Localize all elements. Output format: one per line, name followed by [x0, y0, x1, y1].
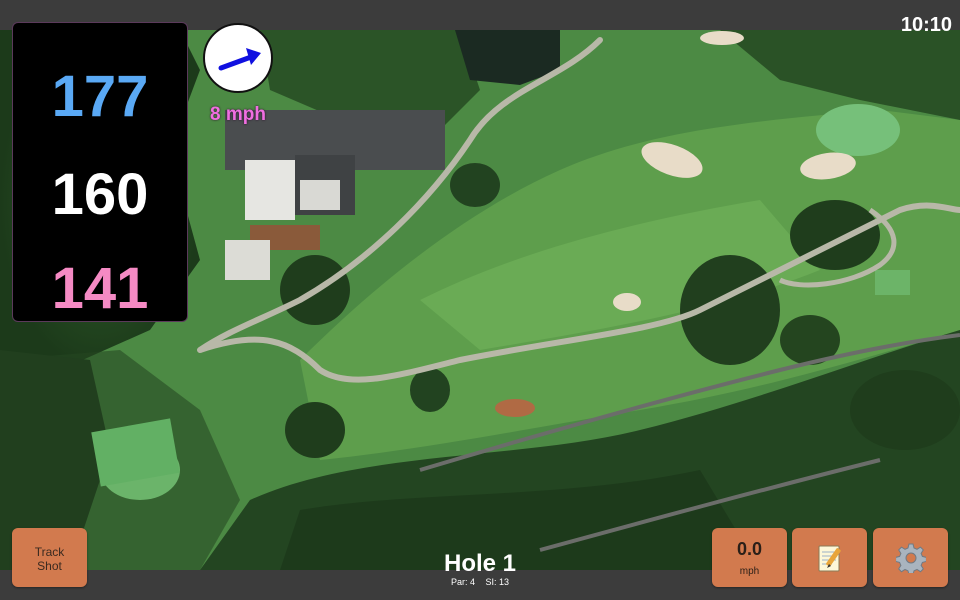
- distance-panel: 177 160 141: [12, 22, 188, 322]
- back-distance: 177: [51, 64, 149, 129]
- track-shot-button[interactable]: Track Shot: [12, 528, 87, 587]
- speed-button[interactable]: 0.0 mph: [712, 528, 787, 587]
- gear-icon: [896, 543, 926, 573]
- speed-value: 0.0: [736, 539, 763, 559]
- status-time: 10:10: [900, 14, 952, 36]
- middle-distance: 160: [51, 162, 149, 227]
- arrow-right-icon: [218, 48, 261, 71]
- track-shot-label-line2: Shot: [37, 559, 62, 573]
- stroke-index-label: SI: 13: [485, 577, 510, 587]
- hole-details: Par: 4 SI: 13: [380, 577, 580, 587]
- front-distance: 141: [51, 256, 149, 321]
- wind-speed: 8 mph: [210, 104, 266, 125]
- speed-unit: mph: [739, 566, 760, 577]
- settings-button[interactable]: [873, 528, 948, 587]
- par-label: Par: 4: [450, 577, 475, 587]
- hole-title: Hole 1: [443, 550, 517, 577]
- notepad-icon: [818, 545, 841, 572]
- scorecard-notes-button[interactable]: [792, 528, 867, 587]
- wind-direction-indicator: [203, 23, 273, 93]
- track-shot-label-line1: Track: [34, 545, 65, 559]
